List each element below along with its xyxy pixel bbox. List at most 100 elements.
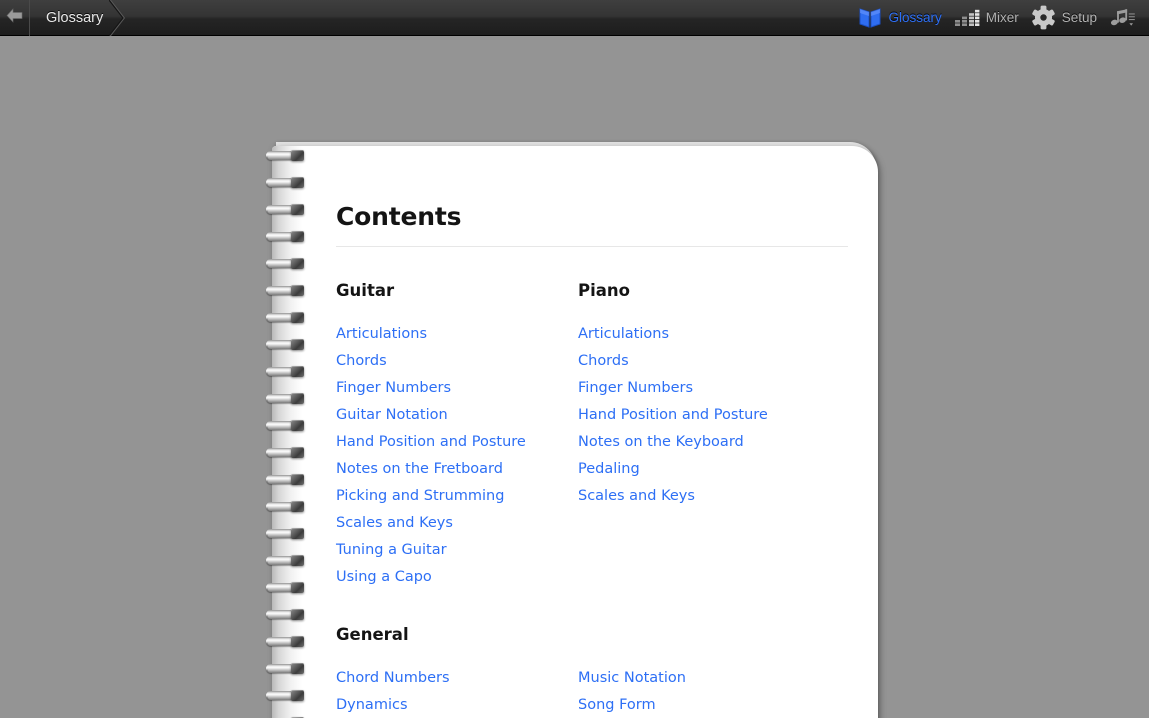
title-divider	[336, 246, 848, 247]
spiral-ring	[266, 204, 308, 215]
toolbar-item-setup[interactable]: Setup	[1025, 0, 1103, 36]
list-item[interactable]: Hand Position and Posture	[336, 429, 578, 456]
spiral-ring	[266, 177, 308, 188]
spiral-ring	[266, 582, 308, 593]
list-item[interactable]: Scales and Keys	[336, 510, 578, 537]
spiral-ring-anchor	[291, 474, 304, 485]
section-headings-row: Guitar Piano	[336, 281, 856, 321]
spiral-ring-anchor	[291, 285, 304, 296]
spiral-ring-anchor	[291, 609, 304, 620]
spiral-ring-anchor	[291, 393, 304, 404]
spiral-ring-anchor	[291, 420, 304, 431]
general-link-list-right: Music Notation Song Form Scales	[578, 665, 820, 718]
section-general: General Chord Numbers Dynamics Intervals…	[336, 625, 856, 718]
toolbar-label-glossary: Glossary	[888, 10, 942, 25]
piano-link-list: Articulations Chords Finger Numbers Hand…	[578, 321, 820, 591]
list-item[interactable]: Using a Capo	[336, 564, 578, 591]
spiral-ring-anchor	[291, 582, 304, 593]
spiral-ring	[266, 636, 308, 647]
toolbar-right-group: Glossary Mixer Setup	[852, 0, 1149, 36]
list-item[interactable]: Scales and Keys	[578, 483, 820, 510]
spiral-ring-anchor	[291, 690, 304, 701]
general-link-list-left: Chord Numbers Dynamics Intervals	[336, 665, 578, 718]
spiral-ring-anchor	[291, 636, 304, 647]
spiral-ring	[266, 150, 308, 161]
spiral-ring	[266, 447, 308, 458]
spiral-ring	[266, 339, 308, 350]
spiral-ring	[266, 231, 308, 242]
spiral-binding	[266, 150, 310, 718]
spiral-ring	[266, 366, 308, 377]
list-item[interactable]: Tuning a Guitar	[336, 537, 578, 564]
spiral-ring-anchor	[291, 339, 304, 350]
list-item[interactable]: Articulations	[336, 321, 578, 348]
spiral-ring-anchor	[291, 366, 304, 377]
toolbar-item-glossary[interactable]: Glossary	[852, 0, 947, 36]
toolbar-item-mixer[interactable]: Mixer	[948, 0, 1025, 36]
spiral-ring-anchor	[291, 528, 304, 539]
breadcrumb-label: Glossary	[46, 9, 104, 26]
spiral-ring	[266, 312, 308, 323]
spiral-ring-anchor	[291, 555, 304, 566]
spiral-ring	[266, 393, 308, 404]
music-note-icon	[1109, 7, 1135, 29]
page-title: Contents	[336, 202, 462, 231]
instrument-columns: Articulations Chords Finger Numbers Guit…	[336, 321, 856, 591]
spiral-ring	[266, 609, 308, 620]
spiral-ring	[266, 555, 308, 566]
book-icon	[858, 7, 882, 29]
spiral-ring	[266, 690, 308, 701]
workspace: Contents Guitar Piano Articulations Chor…	[0, 36, 1149, 718]
spiral-ring	[266, 258, 308, 269]
list-item[interactable]: Dynamics	[336, 692, 578, 718]
list-item[interactable]: Chords	[578, 348, 820, 375]
list-item[interactable]: Finger Numbers	[336, 375, 578, 402]
back-arrow-icon	[6, 8, 23, 27]
spiral-ring-anchor	[291, 501, 304, 512]
spiral-ring	[266, 474, 308, 485]
spiral-ring-anchor	[291, 177, 304, 188]
list-item[interactable]: Finger Numbers	[578, 375, 820, 402]
list-item[interactable]: Picking and Strumming	[336, 483, 578, 510]
toolbar-left-group: Glossary	[0, 0, 129, 36]
section-heading-guitar: Guitar	[336, 281, 395, 300]
chevron-right-icon	[108, 0, 127, 36]
spiral-ring-anchor	[291, 258, 304, 269]
section-instruments: Guitar Piano Articulations Chords Finger…	[336, 281, 856, 591]
breadcrumb[interactable]: Glossary	[30, 0, 129, 36]
list-item[interactable]: Song Form	[578, 692, 820, 718]
spiral-ring-anchor	[291, 150, 304, 161]
spiral-ring	[266, 501, 308, 512]
back-button[interactable]	[0, 0, 30, 36]
list-item[interactable]: Chords	[336, 348, 578, 375]
toolbar-label-mixer: Mixer	[985, 10, 1019, 25]
spiral-ring-anchor	[291, 312, 304, 323]
list-item[interactable]: Hand Position and Posture	[578, 402, 820, 429]
mixer-icon	[954, 7, 980, 29]
gear-icon	[1031, 5, 1056, 30]
list-item[interactable]: Articulations	[578, 321, 820, 348]
spiral-ring-anchor	[291, 231, 304, 242]
list-item[interactable]: Notes on the Fretboard	[336, 456, 578, 483]
spiral-ring-anchor	[291, 663, 304, 674]
spiral-ring-anchor	[291, 204, 304, 215]
section-heading-general: General	[336, 625, 409, 644]
list-item[interactable]: Pedaling	[578, 456, 820, 483]
list-item[interactable]: Guitar Notation	[336, 402, 578, 429]
list-item[interactable]: Music Notation	[578, 665, 820, 692]
spiral-ring	[266, 285, 308, 296]
toolbar-label-setup: Setup	[1061, 10, 1097, 25]
section-heading-piano: Piano	[578, 281, 630, 300]
toolbar-item-music-note[interactable]	[1103, 0, 1141, 36]
spiral-ring	[266, 528, 308, 539]
spiral-ring	[266, 420, 308, 431]
glossary-notebook: Contents Guitar Piano Articulations Chor…	[266, 110, 878, 718]
spiral-ring	[266, 663, 308, 674]
list-item[interactable]: Notes on the Keyboard	[578, 429, 820, 456]
page-content: Contents Guitar Piano Articulations Chor…	[336, 202, 856, 718]
notebook-page: Contents Guitar Piano Articulations Chor…	[272, 146, 878, 718]
top-toolbar: Glossary Glossary Mixer Setup	[0, 0, 1149, 36]
general-columns: Chord Numbers Dynamics Intervals Music N…	[336, 665, 856, 718]
list-item[interactable]: Chord Numbers	[336, 665, 578, 692]
spiral-ring-anchor	[291, 447, 304, 458]
